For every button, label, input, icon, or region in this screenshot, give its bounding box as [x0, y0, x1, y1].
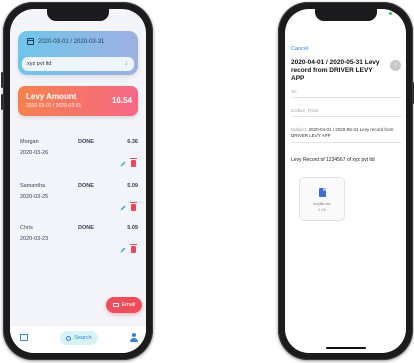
levy-title: Levy Amount — [26, 92, 77, 101]
record-status: DONE — [78, 139, 94, 145]
mail-icon — [112, 303, 119, 307]
status-indicator-icon — [389, 12, 392, 15]
email-label: Email — [121, 302, 136, 308]
to-label: To: — [291, 89, 298, 94]
record-name: Morgan — [20, 139, 39, 145]
mail-subject-heading: 2020-04-01 / 2020-05-31 Levy record from… — [291, 59, 380, 82]
record-date: 2020-03-25 — [20, 194, 49, 200]
home-indicator[interactable] — [325, 347, 366, 349]
delete-icon[interactable] — [130, 202, 137, 211]
edit-icon[interactable] — [120, 247, 126, 253]
left-screen: 2020-03-01 / 2020-03-31 xyz pvt ltd ↓ Le… — [10, 9, 146, 353]
record-name: Chris — [20, 225, 33, 231]
delete-icon[interactable] — [130, 244, 137, 253]
date-range-text: 2020-03-01 / 2020-03-31 — [38, 38, 105, 45]
document-icon — [319, 188, 326, 197]
record-amount: 6.36 — [127, 139, 138, 145]
arrow-down-icon: ↓ — [124, 60, 129, 67]
record-status: DONE — [78, 225, 94, 231]
search-icon — [66, 335, 72, 341]
user-icon[interactable] — [130, 333, 138, 342]
to-field[interactable]: To: — [291, 89, 402, 98]
record-row: Samantha DONE 5.09 2020-03-25 — [20, 183, 138, 223]
volume-button — [1, 94, 3, 110]
arrow-up-icon: ↑ — [393, 62, 398, 69]
search-button[interactable]: Search — [60, 331, 98, 345]
delete-icon[interactable] — [130, 158, 137, 167]
levy-amount-card: Levy Amount 2020-03-01 / 2020-03-31 16.5… — [18, 86, 138, 116]
record-row: Morgan DONE 6.36 2020-03-26 — [20, 139, 138, 179]
phone-notch — [47, 9, 109, 21]
dashboard-icon[interactable] — [20, 334, 28, 341]
record-row: Chris DONE 5.09 2020-03-23 — [20, 225, 138, 265]
attachment-size: 3 KB — [318, 208, 326, 212]
right-screen: Cancel 2020-04-01 / 2020-05-31 Levy reco… — [285, 9, 406, 353]
mail-body[interactable]: Levy Record of 1234567 of xyz pvt ltd — [291, 157, 375, 163]
cc-field[interactable]: Cc/Bcc, From: — [291, 108, 402, 117]
right-phone-frame: Cancel 2020-04-01 / 2020-05-31 Levy reco… — [278, 2, 414, 360]
subject-value: 2020-04-01 / 2020-05-31 Levy record from… — [291, 127, 394, 138]
edit-icon[interactable] — [120, 161, 126, 167]
levy-range: 2020-03-01 / 2020-03-31 — [26, 103, 82, 109]
record-status: DONE — [78, 183, 94, 189]
attachment-name: levyfile.csv — [313, 202, 331, 206]
subject-field[interactable]: Subject: 2020-04-01 / 2020-05-31 Levy re… — [291, 127, 402, 143]
left-phone-frame: 2020-03-01 / 2020-03-31 xyz pvt ltd ↓ Le… — [1, 2, 153, 360]
email-button[interactable]: Email — [106, 297, 142, 313]
search-label: Search — [74, 335, 92, 341]
attachment-card[interactable]: levyfile.csv 3 KB — [299, 177, 345, 221]
record-name: Samantha — [20, 183, 46, 189]
record-amount: 5.09 — [127, 225, 138, 231]
edit-icon[interactable] — [120, 205, 126, 211]
record-amount: 5.09 — [127, 183, 138, 189]
date-filter-card[interactable]: 2020-03-01 / 2020-03-31 xyz pvt ltd ↓ — [18, 31, 138, 75]
phone-notch — [314, 9, 377, 21]
cancel-button[interactable]: Cancel — [291, 46, 308, 52]
subject-label: Subject: — [291, 127, 308, 132]
calendar-icon — [27, 38, 34, 45]
company-selector[interactable]: xyz pvt ltd ↓ — [22, 57, 134, 71]
cc-label: Cc/Bcc, From: — [291, 108, 320, 113]
record-date: 2020-03-26 — [20, 150, 49, 156]
company-name: xyz pvt ltd — [27, 61, 52, 67]
levy-amount-value: 16.54 — [111, 96, 132, 105]
date-range-selector[interactable]: 2020-03-01 / 2020-03-31 — [27, 38, 104, 45]
bottom-nav-bar: Search — [10, 325, 146, 353]
send-button[interactable]: ↑ — [390, 60, 401, 71]
record-date: 2020-03-23 — [20, 236, 49, 242]
volume-button — [1, 72, 3, 88]
